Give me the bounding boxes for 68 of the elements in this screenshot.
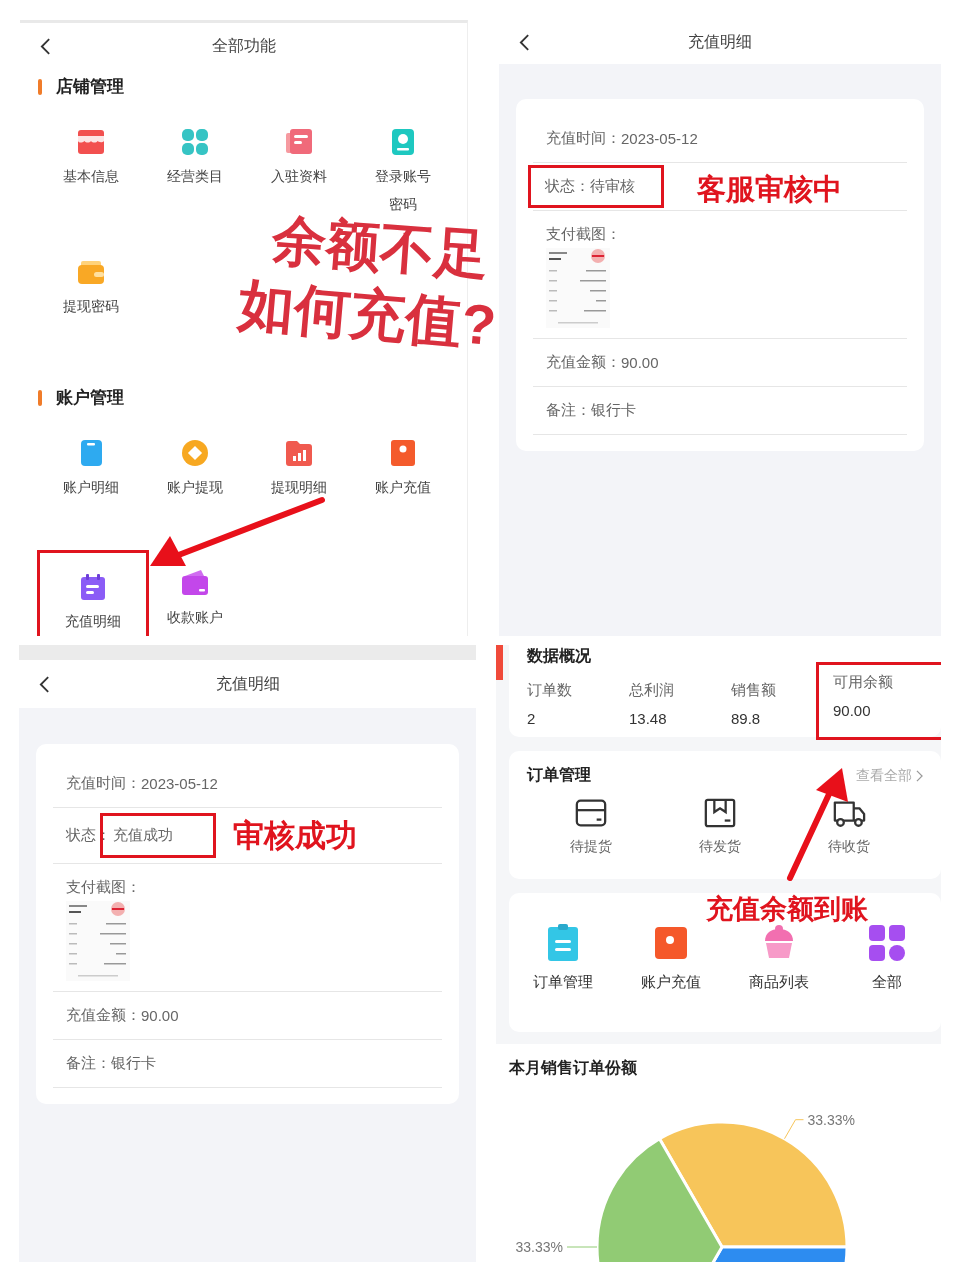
shortcut-label[interactable]: 商品列表 [749, 973, 809, 992]
back-icon[interactable] [40, 36, 51, 56]
field-label: 充值金额： [66, 1006, 141, 1025]
function-item[interactable]: 提现明细 [247, 429, 351, 529]
field-label: 充值金额： [546, 353, 621, 372]
highlighted-function-item[interactable]: 充值明细 [40, 553, 146, 636]
page-title: 充值明细 [215, 673, 280, 694]
order-status-label[interactable]: 待提货 [570, 838, 613, 856]
page-title: 充值明细 [688, 31, 752, 52]
function-item[interactable]: 收款账户 [143, 559, 247, 636]
field-label: 备注： [546, 401, 591, 420]
field-label: 状态： [545, 177, 590, 196]
function-item[interactable]: 账户明细 [39, 429, 143, 529]
field-value: 待审核 [590, 177, 635, 196]
chevron-right-icon[interactable] [916, 769, 923, 782]
stat-label: 总利润 [629, 681, 675, 700]
function-item[interactable]: 提现密码 [39, 248, 143, 348]
shortcut-label[interactable]: 全部 [872, 973, 902, 992]
field-label: 支付截图： [546, 225, 621, 244]
shortcut-label[interactable]: 账户充值 [641, 973, 701, 992]
stat-label: 订单数 [527, 681, 573, 700]
card-title: 数据概况 [527, 646, 592, 666]
back-icon[interactable] [519, 32, 530, 52]
page-title: 全部功能 [211, 35, 276, 56]
stat-value: 13.48 [629, 710, 668, 727]
stat-value: 90.00 [833, 702, 872, 719]
function-item[interactable]: 登录账号密码 [351, 118, 455, 218]
chart-title: 本月销售订单份额 [508, 1058, 638, 1078]
stat-value: 89.8 [731, 710, 762, 727]
card-title: 订单管理 [527, 765, 591, 785]
grid-icon [179, 126, 211, 158]
field-label: 备注： [66, 1054, 111, 1073]
field-label: 状态： [66, 826, 111, 845]
field-value: 90.00 [141, 1007, 179, 1024]
shortcut-label[interactable]: 订单管理 [533, 973, 593, 992]
leader-line [784, 1119, 804, 1140]
function-item[interactable]: 经营类目 [143, 118, 247, 218]
leader-line [566, 1246, 598, 1248]
function-item[interactable]: 基本信息 [39, 118, 143, 218]
function-item[interactable]: 账户充值 [351, 429, 455, 529]
stat-value: 2 [527, 710, 537, 727]
coin-icon [179, 437, 211, 469]
stat-label: 可用余额 [833, 673, 894, 692]
value-label: 33.33% [515, 1239, 563, 1255]
field-label: 充值时间： [546, 129, 621, 148]
order-status-label[interactable]: 待发货 [699, 838, 741, 856]
apps-icon[interactable] [867, 923, 907, 963]
field-value: 2023-05-12 [141, 775, 218, 792]
section-marker [38, 78, 42, 95]
field-value: 银行卡 [111, 1054, 156, 1073]
stat-label: 销售额 [731, 681, 777, 700]
section-title: 账户管理 [56, 387, 124, 409]
annotation-text: 充值余额到账 [706, 893, 868, 926]
field-value: 2023-05-12 [621, 130, 698, 147]
value-label: 33.33% [807, 1111, 855, 1128]
accent-bar [496, 645, 503, 680]
section-title: 店铺管理 [56, 76, 124, 98]
annotation-text: 客服审核中 [697, 172, 842, 207]
field-value: 银行卡 [591, 401, 636, 420]
back-icon[interactable] [39, 674, 50, 694]
annotation-text: 审核成功 [233, 817, 357, 855]
order-status-label[interactable]: 待收货 [827, 838, 870, 856]
field-label: 支付截图： [66, 878, 141, 897]
package-icon[interactable] [703, 796, 737, 830]
field-label: 充值时间： [66, 774, 141, 793]
function-item[interactable]: 账户提现 [143, 429, 247, 529]
section-marker [38, 389, 42, 406]
field-value: 90.00 [621, 354, 659, 371]
